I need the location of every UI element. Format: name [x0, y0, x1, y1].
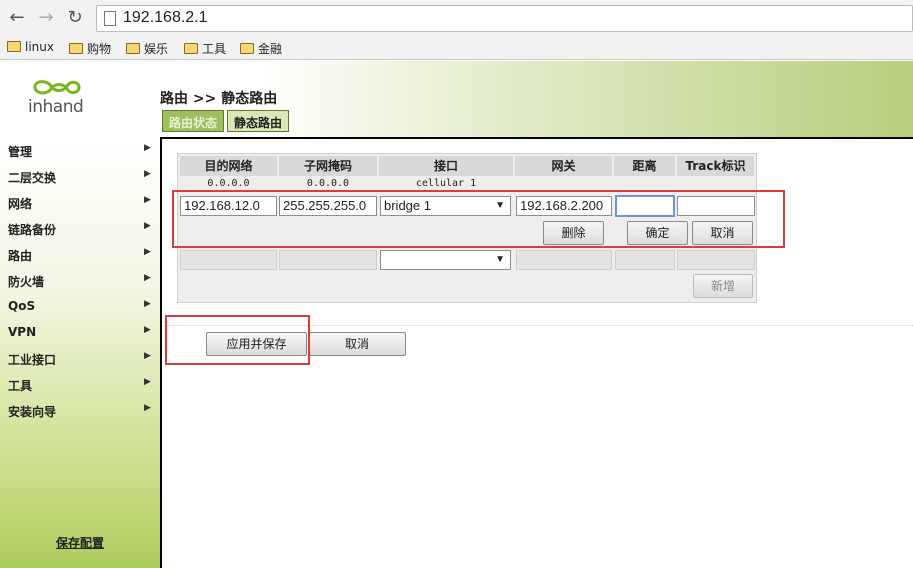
- row-dest: 0.0.0.0: [207, 178, 250, 189]
- sidebar-item-admin[interactable]: 管理: [8, 143, 32, 160]
- new-interface-select[interactable]: ▼: [380, 250, 511, 270]
- folder-icon: [7, 41, 21, 52]
- col-header-distance: 距离: [614, 156, 675, 176]
- bookmark-entertainment[interactable]: 娱乐: [126, 40, 168, 57]
- page-header: inhand 路由 >> 静态路由 路由状态 静态路由: [0, 61, 913, 137]
- col-header-interface: 接口: [379, 156, 513, 176]
- chevron-right-icon: ▶: [144, 221, 151, 231]
- dropdown-arrow-icon: ▼: [495, 254, 505, 265]
- page-icon: [104, 11, 116, 26]
- col-header-dest: 目的网络: [180, 156, 277, 176]
- chevron-right-icon: ▶: [144, 195, 151, 205]
- chevron-right-icon: ▶: [144, 273, 151, 283]
- sidebar-item-link-backup[interactable]: 链路备份: [8, 221, 56, 238]
- sidebar-item-l2-switch[interactable]: 二层交换: [8, 169, 56, 186]
- sidebar: 管理 ▶ 二层交换 ▶ 网络 ▶ 链路备份 ▶ 路由 ▶ 防火墙 ▶ QoS ▶…: [0, 137, 160, 568]
- sidebar-item-vpn[interactable]: VPN: [8, 325, 36, 339]
- logo-text: inhand: [28, 97, 84, 117]
- col-header-gateway: 网关: [515, 156, 612, 176]
- back-arrow-icon[interactable]: ←: [7, 8, 27, 28]
- col-header-mask: 子网掩码: [279, 156, 377, 176]
- url-text: 192.168.2.1: [123, 9, 208, 26]
- sidebar-item-setup-wizard[interactable]: 安装向导: [8, 403, 56, 420]
- tab-route-status[interactable]: 路由状态: [162, 110, 225, 132]
- new-mask-input[interactable]: [279, 250, 377, 270]
- address-bar[interactable]: 192.168.2.1: [96, 5, 913, 32]
- add-button[interactable]: 新增: [693, 274, 753, 298]
- sidebar-item-tools[interactable]: 工具: [8, 377, 32, 394]
- folder-icon: [184, 43, 198, 54]
- bookmarks-bar: linux 购物 娱乐 工具 金融: [0, 36, 913, 60]
- bookmark-shopping[interactable]: 购物: [69, 40, 111, 57]
- folder-icon: [240, 43, 254, 54]
- folder-icon: [69, 43, 83, 54]
- tab-static-route[interactable]: 静态路由: [227, 110, 290, 132]
- chevron-right-icon: ▶: [144, 351, 151, 361]
- bookmark-tools[interactable]: 工具: [184, 40, 226, 57]
- new-distance-input[interactable]: [615, 250, 675, 270]
- folder-icon: [126, 43, 140, 54]
- sidebar-item-routing[interactable]: 路由: [8, 247, 32, 264]
- sidebar-item-qos[interactable]: QoS: [8, 299, 35, 313]
- new-dest-input[interactable]: [180, 250, 277, 270]
- new-gateway-input[interactable]: [516, 250, 612, 270]
- chevron-right-icon: ▶: [144, 325, 151, 335]
- chevron-right-icon: ▶: [144, 169, 151, 179]
- breadcrumb: 路由 >> 静态路由: [160, 91, 278, 107]
- chevron-right-icon: ▶: [144, 299, 151, 309]
- highlight-apply-save: [165, 315, 310, 365]
- bookmark-finance[interactable]: 金融: [240, 40, 282, 57]
- chevron-right-icon: ▶: [144, 247, 151, 257]
- row-mask: 0.0.0.0: [306, 178, 350, 189]
- reload-icon[interactable]: ↻: [65, 8, 85, 28]
- sidebar-item-network[interactable]: 网络: [8, 195, 32, 212]
- cancel-button[interactable]: 取消: [308, 332, 406, 356]
- save-config-link[interactable]: 保存配置: [56, 534, 104, 551]
- chevron-right-icon: ▶: [144, 377, 151, 387]
- browser-toolbar: ← → ↻ 192.168.2.1: [0, 0, 913, 36]
- row-interface: cellular 1: [415, 178, 477, 189]
- sidebar-item-firewall[interactable]: 防火墙: [8, 273, 44, 290]
- new-track-input[interactable]: [677, 250, 755, 270]
- col-header-track: Track标识: [677, 156, 754, 176]
- sidebar-item-industrial-interface[interactable]: 工业接口: [8, 351, 56, 368]
- forward-arrow-icon[interactable]: →: [36, 8, 56, 28]
- bookmark-linux[interactable]: linux: [7, 40, 54, 54]
- highlight-edit-row: [172, 190, 785, 248]
- chevron-right-icon: ▶: [144, 403, 151, 413]
- chevron-right-icon: ▶: [144, 143, 151, 153]
